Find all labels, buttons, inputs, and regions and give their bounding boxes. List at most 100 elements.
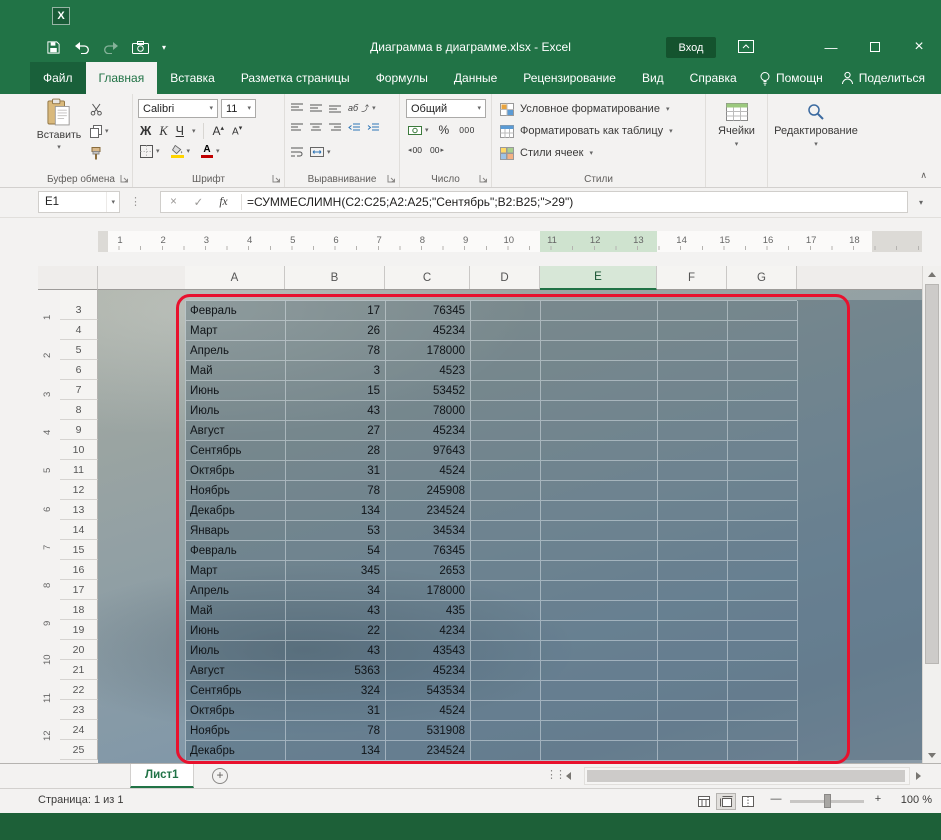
horizontal-scroll-thumb[interactable] xyxy=(587,770,905,782)
copy-button[interactable]: ▾ xyxy=(90,124,109,138)
name-box-caret-icon[interactable]: ▾ xyxy=(106,192,119,212)
alignment-dialog-launcher[interactable] xyxy=(387,174,396,183)
expand-formula-bar-icon[interactable]: ▾ xyxy=(919,198,923,207)
decrease-indent-icon[interactable] xyxy=(348,123,360,133)
camera-icon[interactable] xyxy=(132,41,149,54)
confirm-entry-icon[interactable]: ✓ xyxy=(186,195,211,209)
ribbon-tab-вид[interactable]: Вид xyxy=(629,62,677,94)
font-dialog-launcher[interactable] xyxy=(272,174,281,183)
page-break-view-button[interactable] xyxy=(738,793,758,810)
add-sheet-button[interactable]: + xyxy=(212,768,228,784)
percent-style-button[interactable]: % xyxy=(439,123,450,137)
row-header-5[interactable]: 5 xyxy=(60,340,98,360)
zoom-out-button[interactable]: — xyxy=(768,793,784,805)
name-box[interactable]: E1 ▾ xyxy=(38,191,120,213)
row-header-20[interactable]: 20 xyxy=(60,640,98,660)
insert-function-icon[interactable]: fx xyxy=(211,196,236,208)
column-header-G[interactable]: G xyxy=(727,266,797,289)
normal-view-button[interactable] xyxy=(694,793,714,810)
column-header-C[interactable]: C xyxy=(385,266,470,289)
cell-styles-button[interactable]: Стили ячеек▾ xyxy=(500,144,593,162)
font-name-select[interactable]: Calibri▾ xyxy=(138,99,218,118)
row-header-3[interactable]: 3 xyxy=(60,300,98,320)
save-icon[interactable] xyxy=(46,40,61,55)
formula-bar-splitter[interactable]: ⋮ xyxy=(130,195,141,208)
paste-button[interactable]: Вставить ▾ xyxy=(36,98,82,170)
clipboard-dialog-launcher[interactable] xyxy=(120,174,129,183)
editing-button[interactable]: Редактирование ▾ xyxy=(768,94,864,172)
tabbar-splitter[interactable]: ⋮⋮ xyxy=(546,768,564,781)
font-color-button[interactable]: А ▾ xyxy=(201,144,220,158)
tell-me-button[interactable]: Помощн xyxy=(759,71,823,86)
grow-font-button[interactable]: А▴ xyxy=(212,124,224,138)
undo-icon[interactable] xyxy=(74,41,90,54)
scroll-down-icon[interactable] xyxy=(923,747,941,763)
align-right-icon[interactable] xyxy=(329,123,341,133)
merge-center-button[interactable]: ▾ xyxy=(310,145,331,159)
row-header-17[interactable]: 17 xyxy=(60,580,98,600)
align-top-icon[interactable] xyxy=(291,103,303,113)
row-header-13[interactable]: 13 xyxy=(60,500,98,520)
shrink-font-button[interactable]: А▾ xyxy=(232,124,242,137)
scroll-right-icon[interactable] xyxy=(916,772,921,780)
column-header-A[interactable]: A xyxy=(185,266,285,289)
font-size-select[interactable]: 11▾ xyxy=(221,99,256,118)
italic-button[interactable]: К xyxy=(159,124,167,139)
conditional-formatting-button[interactable]: Условное форматирование▾ xyxy=(500,100,669,118)
row-header-21[interactable]: 21 xyxy=(60,660,98,680)
scroll-up-icon[interactable] xyxy=(923,266,941,282)
align-bottom-icon[interactable] xyxy=(329,103,341,113)
align-middle-icon[interactable] xyxy=(310,103,322,113)
collapse-ribbon-icon[interactable]: ∧ xyxy=(920,170,927,181)
share-button[interactable]: Поделиться xyxy=(841,71,925,85)
ribbon-tab-файл[interactable]: Файл xyxy=(30,62,86,94)
sign-in-button[interactable]: Вход xyxy=(666,37,716,58)
row-header-9[interactable]: 9 xyxy=(60,420,98,440)
scroll-left-icon[interactable] xyxy=(566,772,571,780)
row-header-22[interactable]: 22 xyxy=(60,680,98,700)
row-header-19[interactable]: 19 xyxy=(60,620,98,640)
fill-color-button[interactable]: ▾ xyxy=(171,144,191,158)
row-header-23[interactable]: 23 xyxy=(60,700,98,720)
redo-icon[interactable] xyxy=(103,41,119,54)
number-dialog-launcher[interactable] xyxy=(479,174,488,183)
row-header-8[interactable]: 8 xyxy=(60,400,98,420)
row-header-16[interactable]: 16 xyxy=(60,560,98,580)
align-left-icon[interactable] xyxy=(291,123,303,133)
column-header-F[interactable]: F xyxy=(657,266,727,289)
row-header-24[interactable]: 24 xyxy=(60,720,98,740)
borders-button[interactable]: ▾ xyxy=(140,144,160,158)
row-header-18[interactable]: 18 xyxy=(60,600,98,620)
cells-button[interactable]: Ячейки ▾ xyxy=(706,94,767,172)
close-button[interactable]: × xyxy=(897,32,941,62)
row-header-10[interactable]: 10 xyxy=(60,440,98,460)
ribbon-tab-вставка[interactable]: Вставка xyxy=(157,62,228,94)
bold-button[interactable]: Ж xyxy=(140,124,151,138)
format-as-table-button[interactable]: Форматировать как таблицу▾ xyxy=(500,122,673,140)
ribbon-tab-главная[interactable]: Главная xyxy=(86,62,158,94)
comma-style-button[interactable]: 000 xyxy=(459,125,475,135)
column-header-D[interactable]: D xyxy=(470,266,540,289)
maximize-button[interactable] xyxy=(853,32,897,62)
column-header-B[interactable]: B xyxy=(285,266,385,289)
row-header-25[interactable]: 25 xyxy=(60,740,98,760)
row-header-14[interactable]: 14 xyxy=(60,520,98,540)
vertical-scrollbar[interactable] xyxy=(922,266,941,763)
row-header-11[interactable]: 11 xyxy=(60,460,98,480)
underline-caret-icon[interactable]: ▾ xyxy=(192,128,196,135)
page-layout-view-button[interactable] xyxy=(716,793,736,810)
increase-decimal-button[interactable]: ◂00 xyxy=(408,145,422,155)
ribbon-display-options-icon[interactable] xyxy=(738,40,754,58)
select-all-corner[interactable] xyxy=(38,266,98,290)
ribbon-tab-рецензирование[interactable]: Рецензирование xyxy=(510,62,629,94)
cut-button[interactable] xyxy=(90,102,109,116)
orientation-button[interactable]: аб⤴▾ xyxy=(348,101,376,115)
number-format-select[interactable]: Общий▾ xyxy=(406,99,486,118)
align-center-icon[interactable] xyxy=(310,123,322,133)
ribbon-tab-данные[interactable]: Данные xyxy=(441,62,510,94)
zoom-slider-thumb[interactable] xyxy=(824,794,831,808)
zoom-in-button[interactable]: + xyxy=(870,793,886,805)
row-header-7[interactable]: 7 xyxy=(60,380,98,400)
row-header-4[interactable]: 4 xyxy=(60,320,98,340)
row-header-12[interactable]: 12 xyxy=(60,480,98,500)
